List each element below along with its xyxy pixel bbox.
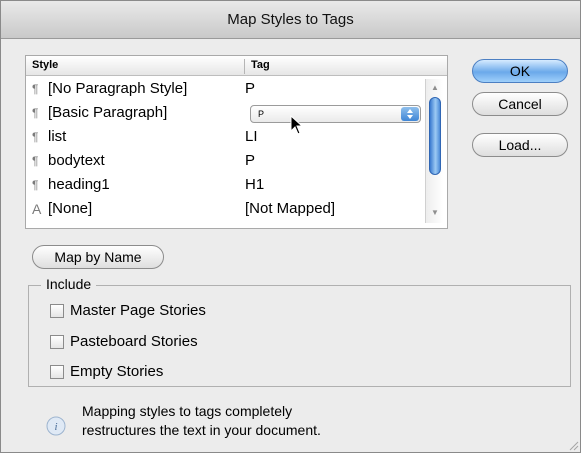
info-message: Mapping styles to tags completely restru… xyxy=(82,402,382,440)
checkbox-label: Master Page Stories xyxy=(70,302,206,319)
map-by-name-button[interactable]: Map by Name xyxy=(32,245,164,269)
character-style-icon: A xyxy=(32,201,42,217)
style-name: [None] xyxy=(48,200,93,217)
tag-select-value: P xyxy=(258,109,265,119)
tag-value: [Not Mapped] xyxy=(245,200,336,217)
cancel-button[interactable]: Cancel xyxy=(472,92,568,116)
style-tag-list[interactable]: Style Tag ¶ [No Paragraph Style] P ¶ [Ba… xyxy=(25,55,448,229)
checkbox-label: Pasteboard Stories xyxy=(70,333,198,350)
table-row[interactable]: ¶ [No Paragraph Style] P xyxy=(26,77,426,101)
svg-text:i: i xyxy=(54,421,57,433)
checkbox-label: Empty Stories xyxy=(70,363,164,380)
list-scrollbar[interactable]: ▲ ▼ xyxy=(425,79,443,223)
map-styles-dialog: Map Styles to Tags Style Tag ¶ [No Parag… xyxy=(0,0,581,453)
table-row[interactable]: ¶ list LI xyxy=(26,125,426,149)
style-name: [Basic Paragraph] xyxy=(48,104,168,121)
table-row[interactable]: A [None] [Not Mapped] xyxy=(26,197,426,221)
tag-select-dropdown[interactable]: P xyxy=(250,105,421,123)
ok-button[interactable]: OK xyxy=(472,59,568,83)
master-page-stories-checkbox[interactable] xyxy=(50,304,64,318)
table-row[interactable]: ¶ heading1 H1 xyxy=(26,173,426,197)
column-header-style[interactable]: Style xyxy=(32,59,58,71)
tag-value: H1 xyxy=(245,176,265,193)
list-header: Style Tag xyxy=(26,56,447,76)
resize-grip-icon[interactable] xyxy=(567,439,579,451)
info-line-1: Mapping styles to tags completely xyxy=(82,403,293,419)
style-name: heading1 xyxy=(48,176,110,193)
paragraph-icon: ¶ xyxy=(32,106,39,120)
scroll-up-arrow-icon[interactable]: ▲ xyxy=(431,83,439,92)
table-row[interactable]: ¶ bodytext P xyxy=(26,149,426,173)
style-name: list xyxy=(48,128,67,145)
paragraph-icon: ¶ xyxy=(32,178,39,192)
load-button[interactable]: Load... xyxy=(472,133,568,157)
info-icon: i xyxy=(46,416,66,436)
info-line-2: restructures the text in your document. xyxy=(82,422,321,438)
tag-value: P xyxy=(245,80,256,97)
scroll-thumb[interactable] xyxy=(429,97,441,175)
style-name: [No Paragraph Style] xyxy=(48,80,188,97)
table-row[interactable]: ¶ [Basic Paragraph] P xyxy=(26,101,426,125)
paragraph-icon: ¶ xyxy=(32,82,39,96)
pasteboard-stories-checkbox[interactable] xyxy=(50,335,64,349)
include-legend: Include xyxy=(41,275,97,293)
mouse-pointer-icon xyxy=(290,115,304,135)
tag-value: LI xyxy=(245,128,258,145)
popup-stepper-icon[interactable] xyxy=(401,107,419,121)
list-rows: ¶ [No Paragraph Style] P ¶ [Basic Paragr… xyxy=(26,77,426,221)
scroll-down-arrow-icon[interactable]: ▼ xyxy=(431,208,439,217)
column-header-tag[interactable]: Tag xyxy=(244,59,270,74)
window-title: Map Styles to Tags xyxy=(1,1,580,39)
empty-stories-checkbox[interactable] xyxy=(50,365,64,379)
paragraph-icon: ¶ xyxy=(32,154,39,168)
tag-value: P xyxy=(245,152,256,169)
paragraph-icon: ¶ xyxy=(32,130,39,144)
style-name: bodytext xyxy=(48,152,105,169)
